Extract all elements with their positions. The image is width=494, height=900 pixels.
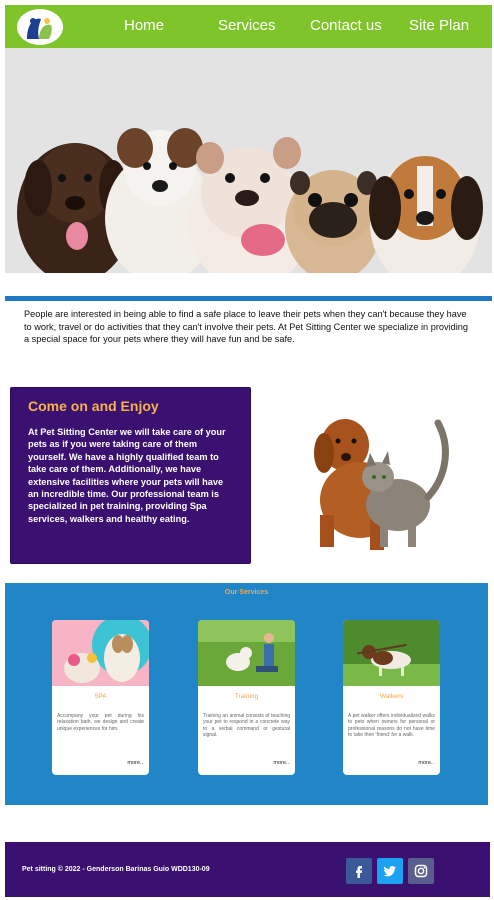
- services-title: Our Services: [224, 589, 269, 596]
- service-card-text: Training an animal consists of teaching …: [203, 713, 290, 738]
- service-card-text: A pet walker offers individualized walks…: [348, 713, 435, 738]
- copyright-text: Pet sitting © 2022 - Genderson Barinas G…: [22, 866, 210, 873]
- enjoy-panel: Come on and Enjoy At Pet Sitting Center …: [10, 387, 251, 564]
- groomed-dog-image: [52, 620, 149, 686]
- instagram-icon[interactable]: [408, 858, 434, 884]
- section-divider-bar: [5, 296, 492, 301]
- nav-contact-us[interactable]: Contact us: [310, 17, 382, 34]
- service-card-spa[interactable]: SPA Accompany your pet during his relaxa…: [52, 620, 149, 775]
- hero-puppies-image: [5, 48, 492, 273]
- service-card-training[interactable]: Training Training an animal consists of …: [198, 620, 295, 775]
- service-card-walkers[interactable]: Walkers A pet walker offers individualiz…: [343, 620, 440, 775]
- service-card-title: Walkers: [379, 693, 404, 700]
- more-link[interactable]: more..: [418, 760, 434, 766]
- nav-site-plan[interactable]: Site Plan: [409, 17, 469, 34]
- service-card-title: SPA: [94, 693, 107, 700]
- enjoy-text: At Pet Sitting Center we will take care …: [28, 427, 226, 524]
- facebook-icon[interactable]: [346, 858, 372, 884]
- services-section: Our Services SPA Accompany your pet duri…: [5, 583, 488, 805]
- nav-home[interactable]: Home: [124, 17, 164, 34]
- service-card-text: Accompany your pet during his relaxation…: [57, 713, 144, 732]
- intro-paragraph: People are interested in being able to f…: [24, 309, 468, 344]
- nav-services[interactable]: Services: [218, 17, 276, 34]
- dog-and-cat-image: [300, 405, 465, 555]
- site-header: Home Services Contact us Site Plan: [5, 5, 492, 48]
- more-link[interactable]: more..: [273, 760, 289, 766]
- dog-training-image: [198, 620, 295, 686]
- site-footer: Pet sitting © 2022 - Genderson Barinas G…: [5, 842, 490, 897]
- pets-logo-icon[interactable]: [17, 9, 63, 45]
- dog-walking-image: [343, 620, 440, 686]
- more-link[interactable]: more..: [127, 760, 143, 766]
- service-card-title: Training: [234, 693, 259, 700]
- enjoy-title: Come on and Enjoy: [28, 398, 159, 414]
- twitter-icon[interactable]: [377, 858, 403, 884]
